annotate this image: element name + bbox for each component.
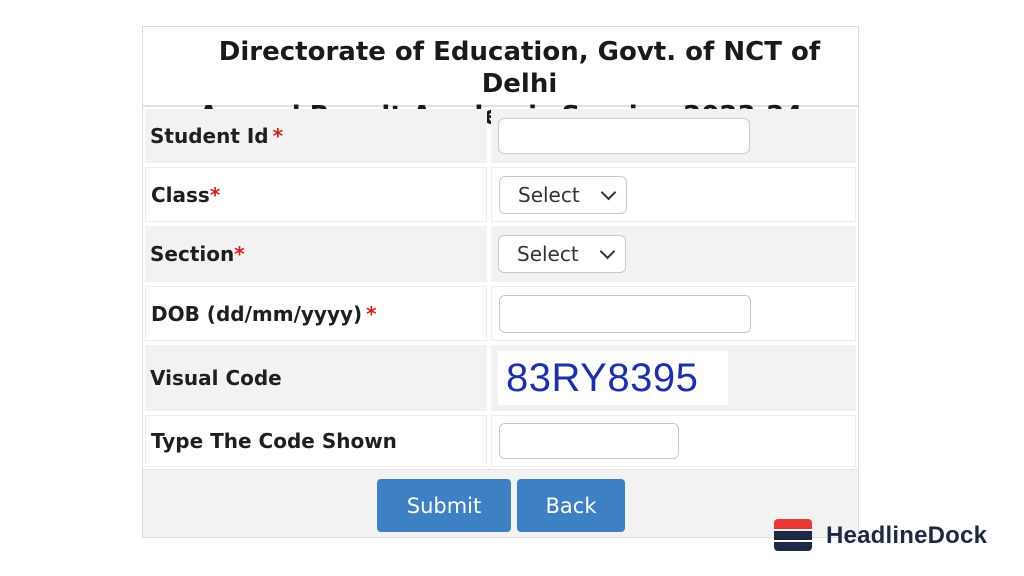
captcha-input[interactable] [499,423,679,459]
dob-label: DOB (dd/mm/yyyy) [151,301,363,326]
class-value-cell: Select [491,167,856,222]
submit-button[interactable]: Submit [377,479,511,532]
required-marker: * [272,124,284,148]
student-id-value-cell [491,109,856,163]
class-label: Class [151,182,210,207]
required-marker: * [209,182,221,207]
section-select-value: Select [517,242,579,266]
student-id-row: Student Id * [143,107,858,165]
page: Directorate of Education, Govt. of NCT o… [0,0,1024,576]
dob-label-cell: DOB (dd/mm/yyyy) * [145,286,487,341]
student-id-label: Student Id [150,124,269,148]
class-row: Class * Select [143,165,858,224]
section-label-cell: Section * [145,226,487,282]
student-id-label-cell: Student Id * [145,109,487,163]
section-label: Section [150,242,235,266]
class-label-cell: Class * [145,167,487,222]
required-marker: * [366,301,377,326]
section-value-cell: Select [491,226,856,282]
section-row: Section * Select [143,224,858,284]
code-entry-row: Type The Code Shown [143,413,858,469]
visual-code-value-cell: 83RY8395 [491,345,856,411]
result-form: Directorate of Education, Govt. of NCT o… [142,26,859,538]
section-select[interactable]: Select [498,235,626,273]
visual-code-label: Visual Code [150,366,282,390]
student-id-input[interactable] [498,118,750,154]
class-select-value: Select [518,182,580,207]
dob-input[interactable] [499,294,751,333]
code-entry-label-cell: Type The Code Shown [145,415,487,467]
header-title: Directorate of Education, Govt. of NCT o… [218,37,821,99]
visual-code-row: Visual Code 83RY8395 [143,343,858,413]
brand-watermark: HeadlineDock [774,518,987,554]
code-entry-value-cell [491,415,856,467]
visual-code-label-cell: Visual Code [145,345,487,411]
captcha-image: 83RY8395 [498,351,728,405]
brand-name: HeadlineDock [826,522,988,549]
class-select[interactable]: Select [499,175,627,214]
headlinedock-logo-icon [774,519,812,553]
code-entry-label: Type The Code Shown [151,429,397,453]
dob-value-cell [491,286,856,341]
chevron-down-icon [599,243,616,260]
required-marker: * [234,242,245,266]
chevron-down-icon [600,184,617,200]
button-row: Submit Back [143,469,858,537]
form-header: Directorate of Education, Govt. of NCT o… [143,27,858,131]
back-button[interactable]: Back [517,479,625,532]
dob-row: DOB (dd/mm/yyyy) * [143,284,858,343]
